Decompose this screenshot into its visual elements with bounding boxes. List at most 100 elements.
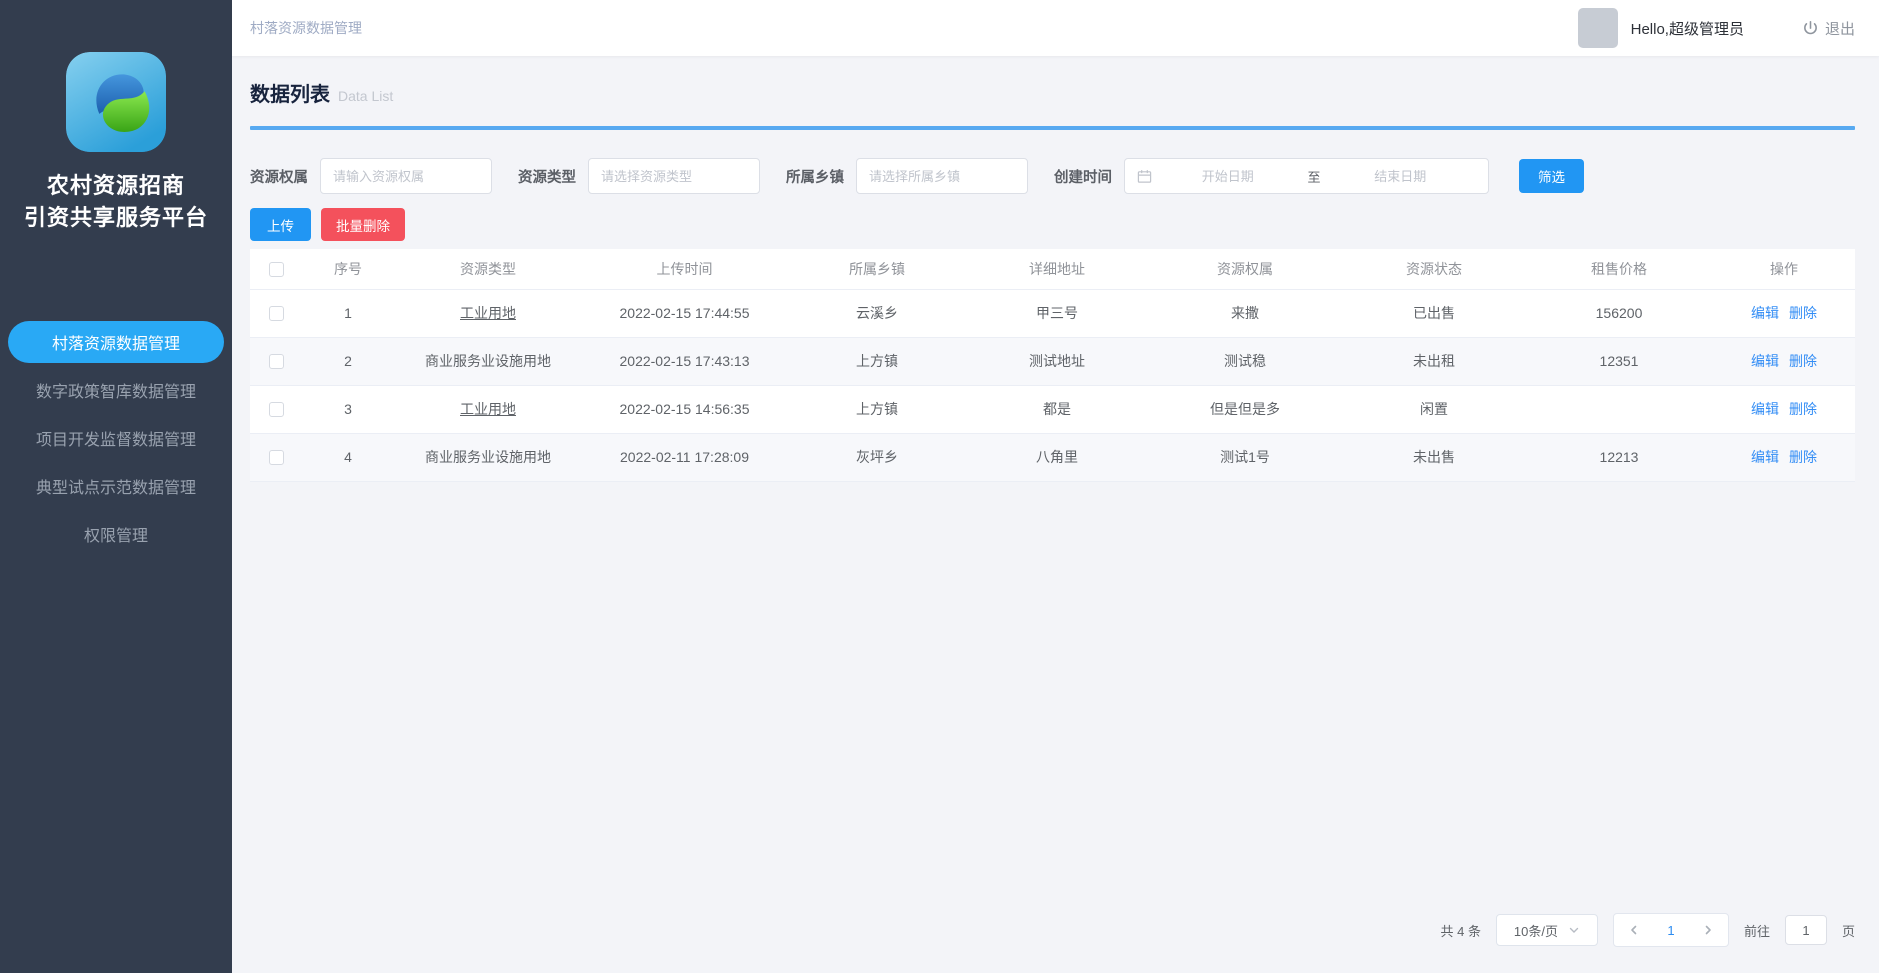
col-ops: 操作 <box>1713 249 1855 289</box>
data-table: 序号 资源类型 上传时间 所属乡镇 详细地址 资源权属 资源状态 租售价格 操作… <box>250 249 1855 482</box>
upload-button[interactable]: 上传 <box>250 208 311 241</box>
sidebar-item-pilot-demo-data[interactable]: 典型试点示范数据管理 <box>8 465 224 507</box>
end-date-input[interactable] <box>1325 169 1477 184</box>
filter-label-type: 资源类型 <box>518 166 576 187</box>
cell-town: 上方镇 <box>787 385 967 433</box>
row-checkbox[interactable] <box>269 354 284 369</box>
cell-time: 2022-02-11 17:28:09 <box>582 433 787 481</box>
sidebar-item-project-supervision-data[interactable]: 项目开发监督数据管理 <box>8 417 224 459</box>
date-separator: 至 <box>1304 167 1325 186</box>
row-checkbox[interactable] <box>269 402 284 417</box>
cell-type: 商业服务业设施用地 <box>394 337 582 385</box>
row-checkbox[interactable] <box>269 450 284 465</box>
page-size-value: 10条/页 <box>1514 921 1558 940</box>
cell-type: 工业用地 <box>394 289 582 337</box>
row-checkbox[interactable] <box>269 306 284 321</box>
filter-button[interactable]: 筛选 <box>1519 159 1584 193</box>
content: 数据列表 Data List 资源权属 资源类型 所属乡镇 创建时间 至 <box>232 56 1879 973</box>
cell-town: 灰坪乡 <box>787 433 967 481</box>
app-logo-icon <box>66 52 166 152</box>
sidebar-nav: 村落资源数据管理 数字政策智库数据管理 项目开发监督数据管理 典型试点示范数据管… <box>0 318 232 558</box>
cell-owner: 测试稳 <box>1147 337 1343 385</box>
filter-label-owner: 资源权属 <box>250 166 308 187</box>
cell-price: 12213 <box>1525 433 1713 481</box>
logout-button[interactable]: 退出 <box>1802 18 1855 39</box>
user-area: Hello,超级管理员 退出 <box>1578 8 1855 48</box>
delete-link[interactable]: 删除 <box>1789 305 1817 321</box>
col-owner: 资源权属 <box>1147 249 1343 289</box>
page-title-row: 数据列表 Data List <box>250 78 1855 108</box>
cell-seq: 3 <box>302 385 394 433</box>
cell-address: 都是 <box>967 385 1147 433</box>
cell-time: 2022-02-15 17:43:13 <box>582 337 787 385</box>
next-page-button[interactable] <box>1702 924 1714 936</box>
user-greeting: Hello,超级管理员 <box>1631 18 1744 39</box>
page-subtitle: Data List <box>338 88 393 104</box>
table-row: 3 工业用地 2022-02-15 14:56:35 上方镇 都是 但是但是多 … <box>250 385 1855 433</box>
table-row: 4 商业服务业设施用地 2022-02-11 17:28:09 灰坪乡 八角里 … <box>250 433 1855 481</box>
delete-link[interactable]: 删除 <box>1789 353 1817 369</box>
sidebar-item-permission-management[interactable]: 权限管理 <box>8 513 224 555</box>
edit-link[interactable]: 编辑 <box>1751 305 1779 321</box>
owner-input[interactable] <box>320 158 492 194</box>
date-range-picker[interactable]: 至 <box>1124 158 1489 194</box>
cell-time: 2022-02-15 14:56:35 <box>582 385 787 433</box>
goto-page-input[interactable] <box>1785 915 1827 945</box>
col-town: 所属乡镇 <box>787 249 967 289</box>
page-number[interactable]: 1 <box>1667 923 1674 938</box>
breadcrumb[interactable]: 村落资源数据管理 <box>250 18 362 38</box>
cell-address: 甲三号 <box>967 289 1147 337</box>
cell-seq: 4 <box>302 433 394 481</box>
cell-town: 上方镇 <box>787 337 967 385</box>
town-select[interactable] <box>856 158 1028 194</box>
col-type: 资源类型 <box>394 249 582 289</box>
action-row: 上传 批量删除 <box>250 208 1855 241</box>
filter-label-town: 所属乡镇 <box>786 166 844 187</box>
start-date-input[interactable] <box>1152 169 1304 184</box>
cell-address: 测试地址 <box>967 337 1147 385</box>
calendar-icon <box>1137 169 1152 184</box>
prev-page-button[interactable] <box>1628 924 1640 936</box>
table-row: 1 工业用地 2022-02-15 17:44:55 云溪乡 甲三号 来撒 已出… <box>250 289 1855 337</box>
cell-price: 156200 <box>1525 289 1713 337</box>
edit-link[interactable]: 编辑 <box>1751 353 1779 369</box>
type-select[interactable] <box>588 158 760 194</box>
col-status: 资源状态 <box>1343 249 1525 289</box>
empty-space <box>250 482 1855 914</box>
page-title: 数据列表 <box>250 78 330 107</box>
cell-status: 已出售 <box>1343 289 1525 337</box>
table-header-row: 序号 资源类型 上传时间 所属乡镇 详细地址 资源权属 资源状态 租售价格 操作 <box>250 249 1855 289</box>
cell-price: 12351 <box>1525 337 1713 385</box>
edit-link[interactable]: 编辑 <box>1751 401 1779 417</box>
batch-delete-button[interactable]: 批量删除 <box>321 208 405 241</box>
chevron-right-icon <box>1702 924 1714 936</box>
delete-link[interactable]: 删除 <box>1789 401 1817 417</box>
cell-owner: 但是但是多 <box>1147 385 1343 433</box>
table-row: 2 商业服务业设施用地 2022-02-15 17:43:13 上方镇 测试地址… <box>250 337 1855 385</box>
sidebar-item-village-resource-data[interactable]: 村落资源数据管理 <box>8 321 224 363</box>
page-size-select[interactable]: 10条/页 <box>1496 914 1598 946</box>
total-count: 共 4 条 <box>1441 921 1481 940</box>
cell-price <box>1525 385 1713 433</box>
filter-row: 资源权属 资源类型 所属乡镇 创建时间 至 筛选 <box>250 158 1855 194</box>
logout-label: 退出 <box>1825 18 1855 39</box>
cell-time: 2022-02-15 17:44:55 <box>582 289 787 337</box>
cell-seq: 2 <box>302 337 394 385</box>
col-price: 租售价格 <box>1525 249 1713 289</box>
select-all-checkbox[interactable] <box>269 262 284 277</box>
chevron-down-icon <box>1568 924 1580 936</box>
power-icon <box>1802 20 1819 37</box>
cell-type: 商业服务业设施用地 <box>394 433 582 481</box>
edit-link[interactable]: 编辑 <box>1751 449 1779 465</box>
cell-status: 未出售 <box>1343 433 1525 481</box>
col-address: 详细地址 <box>967 249 1147 289</box>
avatar <box>1578 8 1618 48</box>
main-area: 村落资源数据管理 Hello,超级管理员 退出 数据列表 Data List 资… <box>232 0 1879 973</box>
app-title: 农村资源招商 引资共享服务平台 <box>0 170 232 234</box>
delete-link[interactable]: 删除 <box>1789 449 1817 465</box>
sidebar-item-digital-policy-data[interactable]: 数字政策智库数据管理 <box>8 369 224 411</box>
pager: 1 <box>1613 913 1729 947</box>
top-bar: 村落资源数据管理 Hello,超级管理员 退出 <box>232 0 1879 56</box>
col-seq: 序号 <box>302 249 394 289</box>
cell-seq: 1 <box>302 289 394 337</box>
